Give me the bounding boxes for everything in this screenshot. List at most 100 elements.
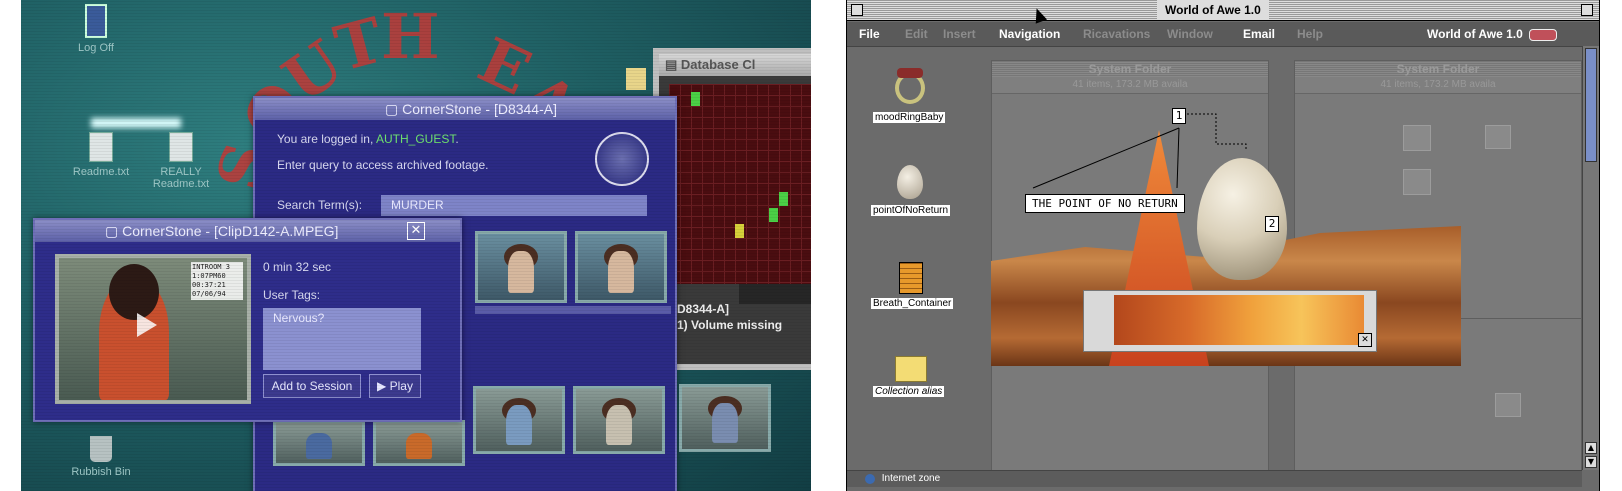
document-icon [169,132,193,162]
video-thumbnail[interactable] [575,231,667,303]
trash-icon [90,436,112,462]
close-icon[interactable]: ✕ [407,222,425,240]
icon-label-mood-ring[interactable]: moodRingBaby [873,112,946,123]
status-zone-text: Internet zone [881,473,941,484]
clip-window-titlebar[interactable]: ▢ CornerStone - [ClipD142-A.MPEG] [35,220,460,242]
menu-help[interactable]: Help [1297,27,1323,41]
play-icon[interactable] [137,313,157,337]
system-folder-title: System Folder [1295,61,1581,77]
query-instruction: Enter query to access archived footage. [277,158,489,172]
database-status: (1) Volume missing [673,318,783,332]
vertical-scrollbar[interactable]: ▲ ▼ [1582,46,1599,470]
login-prefix: You are logged in, [277,132,376,146]
clip-window-title: CornerStone - [ClipD142-A.MPEG] [122,223,339,239]
grid-cell [769,208,778,222]
login-suffix: . [455,132,459,146]
video-timestamp: INTROOM 3 1:07PM60 00:37:21 07/06/94 [191,262,243,300]
door-icon [85,4,107,38]
database-grid [669,84,811,284]
scroll-up-arrow[interactable]: ▲ [1585,442,1597,454]
folder-icon[interactable] [895,356,927,382]
desktop-icon-label: Readme.txt [152,178,210,190]
mood-ring-stone [897,68,923,78]
desktop-icon-log-off[interactable]: Log Off [61,4,131,54]
video-player[interactable]: INTROOM 3 1:07PM60 00:37:21 07/06/94 [55,254,251,404]
collapse-box[interactable] [1581,4,1593,16]
main-window-titlebar[interactable]: ▢ CornerStone - [D8344-A] [255,98,675,120]
video-person-hair [109,264,159,320]
video-thumbnail[interactable] [473,386,565,454]
window-titlebar[interactable]: World of Awe 1.0 [847,0,1599,21]
video-overlay-line: 00:37:21 [192,281,226,289]
window-icon: ▢ [105,223,123,239]
scroll-down-arrow[interactable]: ▼ [1585,456,1597,468]
window-title: World of Awe 1.0 [1157,0,1269,20]
window-icon: ▤ [665,57,678,72]
menu-window[interactable]: Window [1167,27,1213,41]
desktop-icon-label: Readme.txt [72,166,130,178]
database-grid-dark [739,284,811,304]
world-of-awe-screenshot: World of Awe 1.0 File Edit Insert Naviga… [846,0,1600,491]
video-thumbnail[interactable] [475,231,567,303]
system-folder-title: System Folder [992,61,1268,77]
user-tags-label: User Tags: [263,288,321,302]
ceiling-light [91,118,181,128]
seal-logo [595,132,649,186]
marker-one[interactable]: 1 [1172,108,1186,124]
login-status: You are logged in, AUTH_GUEST. [277,132,459,146]
video-thumbnail[interactable] [679,384,771,452]
video-thumbnail[interactable] [273,420,365,466]
computer-icon [1495,393,1521,417]
main-window-title: CornerStone - [D8344-A] [402,101,557,117]
menu-email[interactable]: Email [1243,27,1275,41]
scroll-thumb[interactable] [1585,48,1597,162]
close-icon[interactable]: ✕ [1358,333,1372,347]
menu-app-name[interactable]: World of Awe 1.0 [1427,27,1523,41]
video-overlay-line: INTROOM 3 [192,263,230,271]
clip-window[interactable]: ▢ CornerStone - [ClipD142-A.MPEG] ✕ INTR… [33,218,462,422]
video-thumbnail[interactable] [573,386,665,454]
search-label: Search Term(s): [277,198,363,212]
video-overlay-line: 1:07PM60 [192,272,226,280]
point-of-no-return-callout[interactable]: THE POINT OF NO RETURN [1025,194,1185,213]
search-input[interactable]: MURDER [381,195,647,216]
desktop-icon-really-readme[interactable]: REALLY Readme.txt [141,132,221,190]
close-box[interactable] [851,4,863,16]
computer-icon [1485,125,1511,149]
pixelated-heat-panel[interactable]: ✕ [1083,290,1377,352]
globe-icon [865,474,875,484]
menu-edit[interactable]: Edit [905,27,928,41]
desktop-icon-label: Log Off [78,42,114,54]
arc-letter: H [381,0,440,73]
desktop-icon-rubbish-bin[interactable]: Rubbish Bin [61,436,141,478]
icon-label-point-of-no-return[interactable]: pointOfNoReturn [871,205,951,216]
heat-pixels [1114,295,1364,345]
user-tags-input[interactable]: Nervous? [263,308,421,370]
logged-in-user: AUTH_GUEST [375,132,456,146]
notepad-icon[interactable] [899,262,923,294]
file-icon [1403,169,1431,195]
desktop-icon-readme[interactable]: Readme.txt [61,132,141,178]
app-logo-icon [1529,29,1557,41]
menu-ricavations[interactable]: Ricavations [1083,27,1150,41]
grid-cell [691,92,700,106]
icon-label-collection-alias[interactable]: Collection alias [873,386,945,397]
folder-icon[interactable] [626,68,646,90]
marker-two[interactable]: 2 [1265,216,1279,232]
play-button[interactable]: ▶ Play [369,374,421,398]
database-window-titlebar[interactable]: ▤ Database Cl [659,54,811,76]
document-icon [89,132,113,162]
cornerstone-desktop-screenshot: S O U T H E A Log Off Readme.txt REALLY … [21,0,811,491]
system-folder-info: 41 items, 173.2 MB availa [1295,77,1581,94]
menu-bar: File Edit Insert Navigation Ricavations … [847,22,1599,47]
video-thumbnail[interactable] [373,420,465,466]
video-overlay-line: 07/06/94 [192,290,226,298]
add-to-session-button[interactable]: Add to Session [263,374,361,398]
egg-icon[interactable] [897,165,923,199]
menu-navigation[interactable]: Navigation [999,27,1060,41]
menu-insert[interactable]: Insert [943,27,976,41]
grid-cell [735,224,744,238]
menu-file[interactable]: File [859,27,880,41]
clip-duration: 0 min 32 sec [263,260,332,274]
icon-label-breath-container[interactable]: Breath_Container [871,298,954,309]
